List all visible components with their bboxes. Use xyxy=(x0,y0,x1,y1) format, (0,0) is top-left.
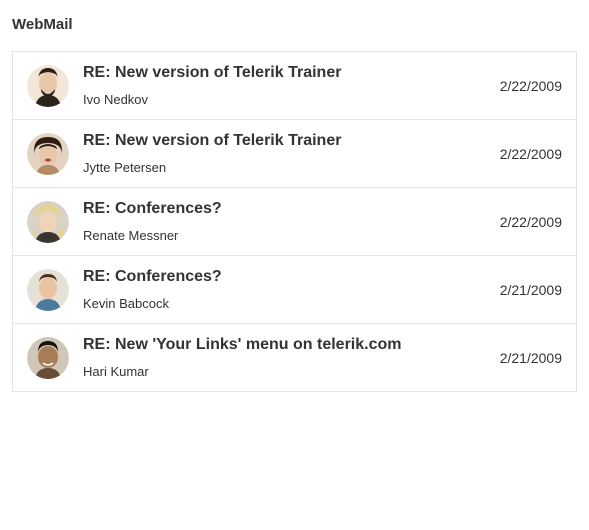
mail-sender: Kevin Babcock xyxy=(83,296,478,311)
mail-content: RE: Conferences? Renate Messner xyxy=(83,200,478,243)
mail-date: 2/22/2009 xyxy=(500,78,562,94)
mail-subject: RE: New version of Telerik Trainer xyxy=(83,132,478,150)
mail-sender: Jytte Petersen xyxy=(83,160,478,175)
mail-sender: Ivo Nedkov xyxy=(83,92,478,107)
mail-content: RE: New version of Telerik Trainer Jytte… xyxy=(83,132,478,175)
mail-subject: RE: New version of Telerik Trainer xyxy=(83,64,478,82)
mail-list: RE: New version of Telerik Trainer Ivo N… xyxy=(12,51,577,392)
mail-subject: RE: New 'Your Links' menu on telerik.com xyxy=(83,336,478,354)
mail-row[interactable]: RE: New version of Telerik Trainer Jytte… xyxy=(13,120,576,188)
avatar xyxy=(27,269,69,311)
page-title: WebMail xyxy=(12,16,577,33)
mail-subject: RE: Conferences? xyxy=(83,268,478,286)
avatar xyxy=(27,133,69,175)
mail-row[interactable]: RE: New version of Telerik Trainer Ivo N… xyxy=(13,52,576,120)
mail-content: RE: New 'Your Links' menu on telerik.com… xyxy=(83,336,478,379)
avatar xyxy=(27,65,69,107)
mail-content: RE: New version of Telerik Trainer Ivo N… xyxy=(83,64,478,107)
mail-sender: Hari Kumar xyxy=(83,364,478,379)
mail-date: 2/22/2009 xyxy=(500,214,562,230)
mail-row[interactable]: RE: Conferences? Renate Messner 2/22/200… xyxy=(13,188,576,256)
mail-sender: Renate Messner xyxy=(83,228,478,243)
avatar xyxy=(27,337,69,379)
avatar xyxy=(27,201,69,243)
mail-date: 2/21/2009 xyxy=(500,282,562,298)
mail-content: RE: Conferences? Kevin Babcock xyxy=(83,268,478,311)
mail-date: 2/21/2009 xyxy=(500,350,562,366)
mail-row[interactable]: RE: New 'Your Links' menu on telerik.com… xyxy=(13,324,576,391)
mail-date: 2/22/2009 xyxy=(500,146,562,162)
mail-subject: RE: Conferences? xyxy=(83,200,478,218)
mail-row[interactable]: RE: Conferences? Kevin Babcock 2/21/2009 xyxy=(13,256,576,324)
